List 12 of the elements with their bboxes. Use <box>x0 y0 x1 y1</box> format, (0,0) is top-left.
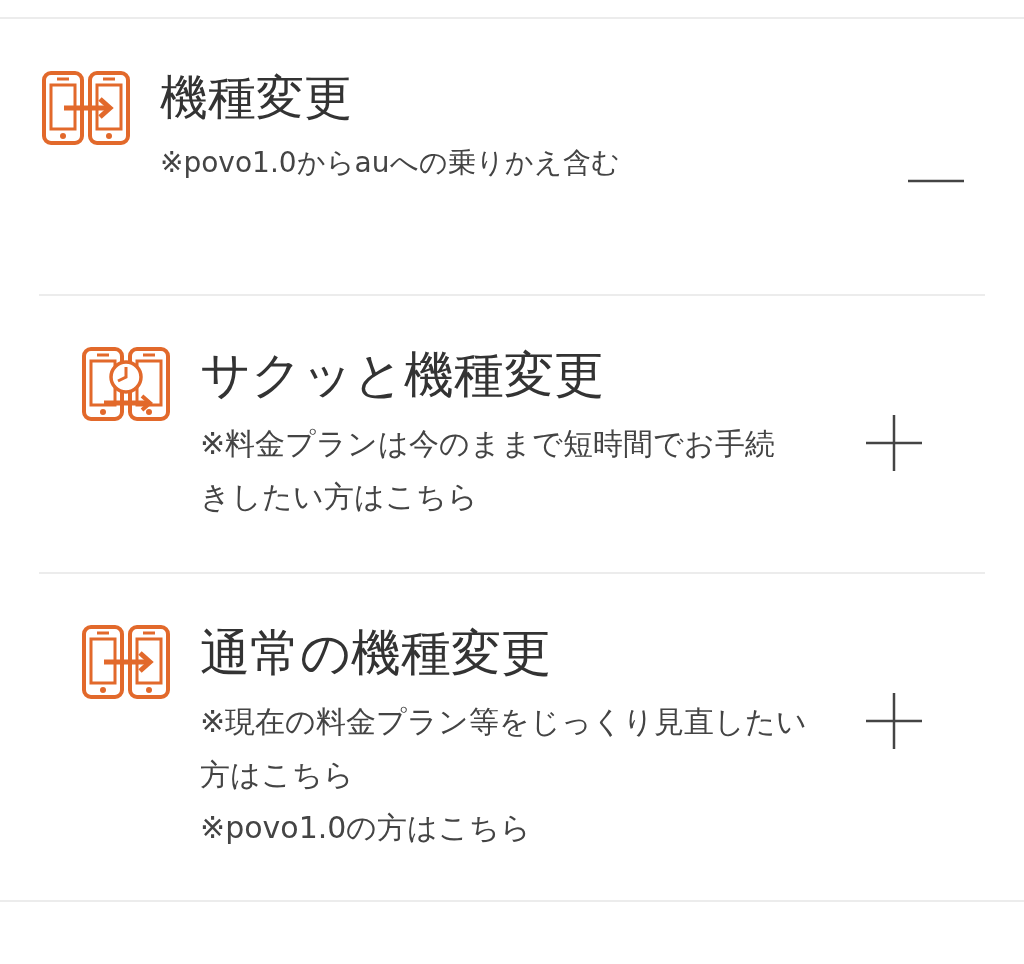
option-title[interactable]: 通常の機種変更 <box>200 623 864 683</box>
note-text: ※現在の料金プラン等をじっくり見直したい 方はこちら <box>200 703 809 794</box>
note-text: ※povo1.0の方はこちら <box>200 809 533 847</box>
note-text: ※povo1.0からauへの乗りかえ含む <box>160 144 621 181</box>
option-title[interactable]: サクッと機種変更 <box>200 345 864 405</box>
phone-transfer-icon <box>80 623 172 701</box>
note-text: ※料金プランは今のままで短時間でお手続 きしたい方はこちら <box>200 425 777 516</box>
phone-transfer-icon <box>40 69 132 147</box>
phone-clock-icon <box>80 345 172 423</box>
expand-icon[interactable] <box>864 413 924 473</box>
section-title: 機種変更 <box>160 69 353 127</box>
expand-icon[interactable] <box>864 691 924 751</box>
